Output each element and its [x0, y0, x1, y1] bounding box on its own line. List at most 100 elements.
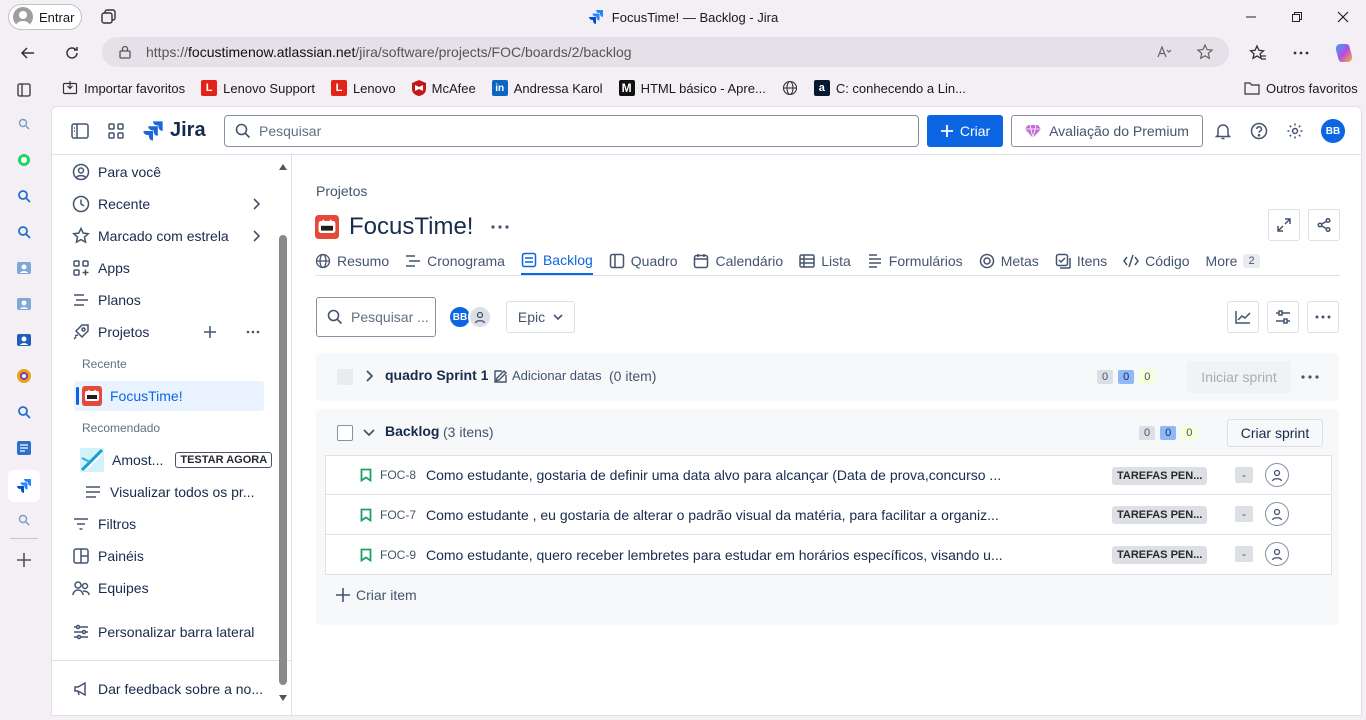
create-button[interactable]: Criar	[927, 115, 1003, 147]
epic-filter-dropdown[interactable]: Epic	[506, 301, 575, 333]
sidebar-item-view-all[interactable]: Visualizar todos os pr...	[78, 476, 278, 508]
jira-tab-icon[interactable]	[8, 470, 40, 502]
breadcrumb[interactable]: Projetos	[316, 183, 367, 199]
create-sprint-button[interactable]: Criar sprint	[1227, 419, 1323, 447]
whatsapp-icon[interactable]	[12, 148, 36, 172]
sidebar-item-filters[interactable]: Filtros	[66, 508, 266, 540]
sidebar-item-teams[interactable]: Equipes	[66, 572, 266, 604]
tab-timeline[interactable]: Cronograma	[405, 247, 505, 275]
restore-icon[interactable]	[1286, 6, 1308, 28]
sidebar-toggle-icon[interactable]	[68, 119, 92, 143]
other-favorites[interactable]: Outros favoritos	[1244, 81, 1358, 96]
search-tab-icon[interactable]	[12, 400, 36, 424]
premium-trial-button[interactable]: Avaliação do Premium	[1011, 115, 1203, 147]
read-aloud-icon[interactable]	[1156, 44, 1172, 60]
sidebar-scrollbar[interactable]	[279, 235, 287, 685]
copilot-icon[interactable]	[1330, 40, 1358, 66]
backlog-row[interactable]: FOC-8 Como estudante, gostaria de defini…	[325, 455, 1332, 495]
tab-actions-icon[interactable]	[12, 78, 36, 102]
insights-button[interactable]	[1227, 301, 1259, 333]
search-tab-icon[interactable]	[12, 508, 36, 532]
sidebar-item-projects[interactable]: Projetos	[66, 316, 266, 348]
close-window-icon[interactable]	[1332, 6, 1354, 28]
sidebar-item-sample[interactable]: Amost... TESTAR AGORA	[74, 444, 274, 476]
scroll-down-icon[interactable]	[278, 694, 288, 702]
global-search-input[interactable]: Pesquisar	[224, 115, 919, 147]
settings-gear-icon[interactable]	[1283, 119, 1307, 143]
tab-list[interactable]: Lista	[799, 247, 851, 275]
assignee-placeholder-icon[interactable]	[1265, 502, 1289, 526]
story-points[interactable]: -	[1235, 506, 1253, 522]
user-avatar[interactable]: BB	[1321, 119, 1345, 143]
search-tab-icon[interactable]	[12, 112, 36, 136]
contact-card-icon[interactable]	[12, 256, 36, 280]
scroll-up-icon[interactable]	[278, 163, 288, 171]
search-tab-icon[interactable]	[12, 184, 36, 208]
fullscreen-button[interactable]	[1268, 209, 1300, 241]
add-project-icon[interactable]	[204, 326, 216, 338]
address-bar[interactable]: https://focustimenow.atlassian.net/jira/…	[102, 37, 1229, 67]
add-dates-button[interactable]: Adicionar datas	[494, 368, 602, 383]
tab-backlog[interactable]: Backlog	[520, 247, 593, 275]
issue-key[interactable]: FOC-7	[380, 508, 416, 522]
view-settings-button[interactable]	[1267, 301, 1299, 333]
favorites-icon[interactable]	[1244, 40, 1272, 66]
try-now-badge[interactable]: TESTAR AGORA	[175, 452, 273, 468]
tab-items[interactable]: Itens	[1055, 247, 1107, 275]
help-icon[interactable]	[1247, 119, 1271, 143]
document-icon[interactable]	[12, 436, 36, 460]
app-switcher-icon[interactable]	[104, 119, 128, 143]
bookmark-alura[interactable]: a C: conhecendo a Lin...	[813, 80, 966, 96]
issue-summary[interactable]: Como estudante , eu gostaria de alterar …	[426, 507, 1098, 523]
tab-code[interactable]: Código	[1123, 247, 1190, 275]
sidebar-item-focustime[interactable]: FocusTime!	[76, 380, 276, 412]
sprint-expand-chevron-icon[interactable]	[365, 370, 373, 382]
sidebar-item-customize[interactable]: Personalizar barra lateral	[66, 616, 276, 648]
sidebar-item-starred[interactable]: Marcado com estrela	[66, 220, 266, 252]
backlog-row[interactable]: FOC-9 Como estudante, quero receber lemb…	[325, 535, 1332, 575]
status-badge[interactable]: TAREFAS PEN...	[1112, 467, 1208, 485]
projects-more-icon[interactable]	[246, 330, 260, 334]
sprint-checkbox[interactable]	[337, 369, 353, 385]
project-more-icon[interactable]	[491, 225, 510, 229]
tab-calendar[interactable]: Calendário	[693, 247, 783, 275]
backlog-more-button[interactable]	[1307, 301, 1339, 333]
tab-goals[interactable]: Metas	[979, 247, 1039, 275]
tab-forms[interactable]: Formulários	[867, 247, 963, 275]
issue-summary[interactable]: Como estudante, gostaria de definir uma …	[426, 467, 1098, 483]
sidebar-item-for-you[interactable]: Para você	[66, 156, 266, 188]
back-arrow-icon[interactable]	[14, 40, 42, 66]
status-badge[interactable]: TAREFAS PEN...	[1112, 546, 1208, 564]
backlog-search-input[interactable]: Pesquisar ...	[316, 297, 436, 337]
bookmark-html-basico[interactable]: M HTML básico - Apre...	[618, 80, 766, 96]
contact-card-icon[interactable]	[12, 292, 36, 316]
issue-summary[interactable]: Como estudante, quero receber lembretes …	[426, 547, 1098, 563]
assignee-placeholder-icon[interactable]	[1265, 542, 1289, 566]
sidebar-item-plans[interactable]: Planos	[66, 284, 266, 316]
sidebar-item-recent[interactable]: Recente	[66, 188, 266, 220]
assignee-placeholder-icon[interactable]	[1265, 463, 1289, 487]
tab-more[interactable]: More 2	[1206, 247, 1260, 275]
unassigned-avatar-icon[interactable]	[468, 305, 492, 329]
add-icon[interactable]	[12, 548, 36, 572]
story-points[interactable]: -	[1235, 467, 1253, 483]
issue-key[interactable]: FOC-8	[380, 468, 416, 482]
bookmark-mcafee[interactable]: McAfee	[411, 80, 476, 96]
bookmark-andressa[interactable]: in Andressa Karol	[491, 80, 603, 96]
reload-icon[interactable]	[58, 40, 86, 66]
story-points[interactable]: -	[1235, 546, 1253, 562]
share-button[interactable]	[1308, 209, 1340, 241]
bookmark-lenovo[interactable]: L Lenovo	[330, 80, 396, 96]
minimize-icon[interactable]	[1240, 6, 1262, 28]
create-item-button[interactable]: Criar item	[336, 587, 417, 603]
status-badge[interactable]: TAREFAS PEN...	[1112, 506, 1208, 524]
tab-board[interactable]: Quadro	[609, 247, 677, 275]
tab-summary[interactable]: Resumo	[315, 247, 389, 275]
assignee-filter[interactable]: BB	[448, 305, 492, 329]
jira-logo[interactable]: Jira	[142, 119, 206, 142]
sidebar-item-apps[interactable]: Apps	[66, 252, 266, 284]
backlog-checkbox[interactable]	[337, 425, 353, 441]
sidebar-item-dashboards[interactable]: Painéis	[66, 540, 266, 572]
bookmark-globe[interactable]	[782, 80, 798, 96]
sprint-name[interactable]: quadro Sprint 1	[385, 367, 488, 383]
